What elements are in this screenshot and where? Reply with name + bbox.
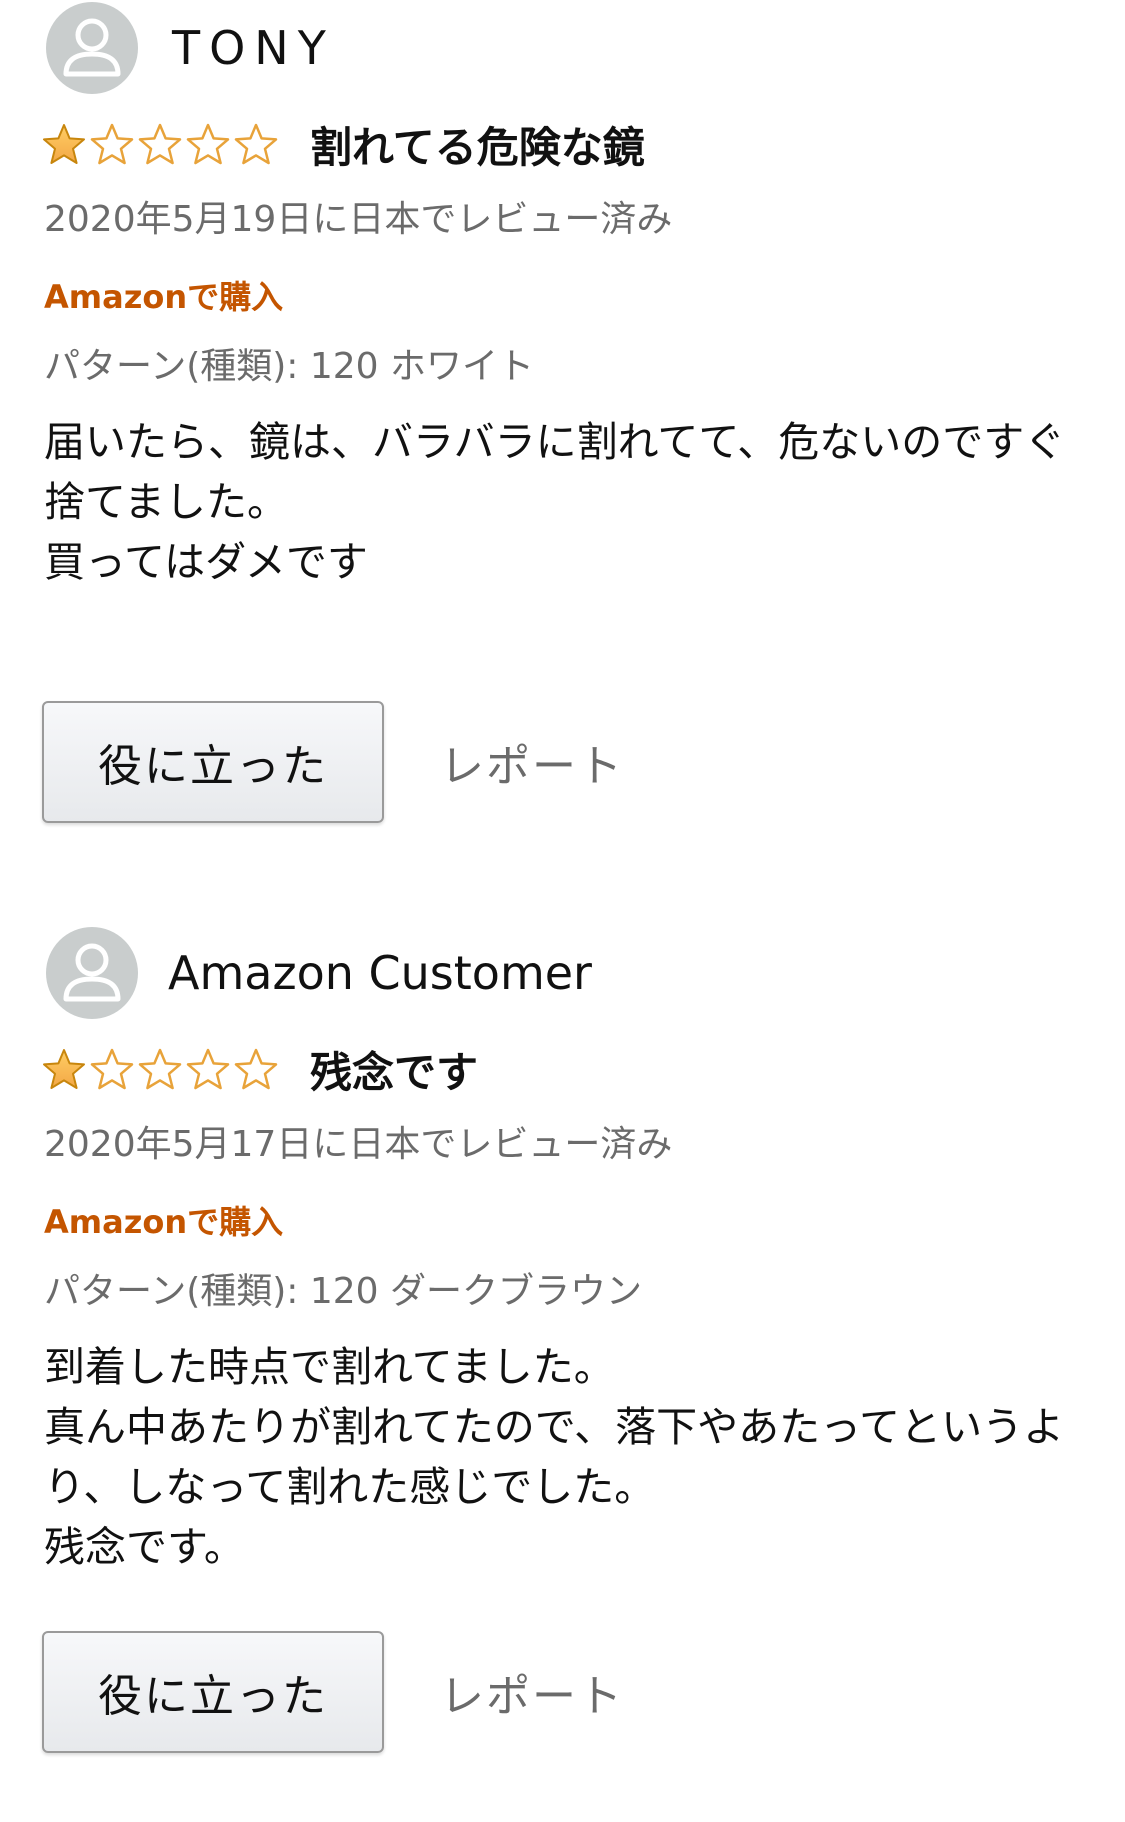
star-empty-icon bbox=[186, 1048, 230, 1090]
review-body-line: 真ん中あたりが割れてたので、落下やあたってというより、しなって割れた感じでした。 bbox=[44, 1403, 1065, 1511]
reviewer-name: Amazon Customer bbox=[168, 946, 592, 1000]
review-body-line: 残念です。 bbox=[44, 1523, 245, 1571]
star-empty-icon bbox=[138, 123, 182, 165]
star-empty-icon bbox=[90, 123, 134, 165]
reviewer-name: TONY bbox=[172, 21, 335, 75]
review-actions: 役に立った レポート bbox=[42, 1630, 624, 1754]
report-link[interactable]: レポート bbox=[440, 730, 624, 794]
product-variant[interactable]: パターン(種類): 120 ホワイト bbox=[44, 337, 534, 389]
star-empty-icon bbox=[186, 123, 230, 165]
review-body: 届いたら、鏡は、バラバラに割れてて、危ないのですぐ捨てました。 買ってはダメです bbox=[44, 412, 1094, 592]
review-title[interactable]: 割れてる危険な鏡 bbox=[310, 114, 645, 175]
product-variant[interactable]: パターン(種類): 120 ダークブラウン bbox=[44, 1262, 642, 1314]
star-rating bbox=[42, 123, 282, 165]
rating-row: 割れてる危険な鏡 bbox=[42, 116, 645, 172]
star-empty-icon bbox=[234, 123, 278, 165]
rating-row: 残念です bbox=[42, 1041, 478, 1097]
review-date: 2020年5月17日に日本でレビュー済み bbox=[44, 1124, 673, 1165]
review-title[interactable]: 残念です bbox=[310, 1039, 478, 1100]
reviewer-profile[interactable]: Amazon Customer bbox=[46, 927, 592, 1019]
review-body-line: 到着した時点で割れてました。 bbox=[44, 1343, 615, 1391]
verified-purchase-badge: Amazonで購入 bbox=[44, 278, 284, 316]
avatar bbox=[46, 2, 138, 94]
verified-purchase-badge: Amazonで購入 bbox=[44, 1203, 284, 1241]
helpful-button[interactable]: 役に立った bbox=[42, 701, 384, 823]
star-empty-icon bbox=[234, 1048, 278, 1090]
star-empty-icon bbox=[90, 1048, 134, 1090]
helpful-button[interactable]: 役に立った bbox=[42, 1631, 384, 1753]
review-body-line: 買ってはダメです bbox=[44, 538, 368, 586]
star-filled-icon bbox=[43, 1049, 85, 1089]
reviewer-profile[interactable]: TONY bbox=[46, 2, 335, 94]
report-link[interactable]: レポート bbox=[440, 1660, 624, 1724]
star-filled-icon bbox=[43, 124, 85, 164]
review-body: 到着した時点で割れてました。 真ん中あたりが割れてたので、落下やあたってというよ… bbox=[44, 1337, 1094, 1577]
review-date: 2020年5月19日に日本でレビュー済み bbox=[44, 199, 673, 240]
review-body-line: 届いたら、鏡は、バラバラに割れてて、危ないのですぐ捨てました。 bbox=[44, 418, 1066, 526]
star-rating bbox=[42, 1048, 282, 1090]
star-empty-icon bbox=[138, 1048, 182, 1090]
person-icon bbox=[63, 943, 121, 1002]
person-icon bbox=[63, 18, 121, 77]
avatar bbox=[46, 927, 138, 1019]
review-actions: 役に立った レポート bbox=[42, 700, 624, 824]
